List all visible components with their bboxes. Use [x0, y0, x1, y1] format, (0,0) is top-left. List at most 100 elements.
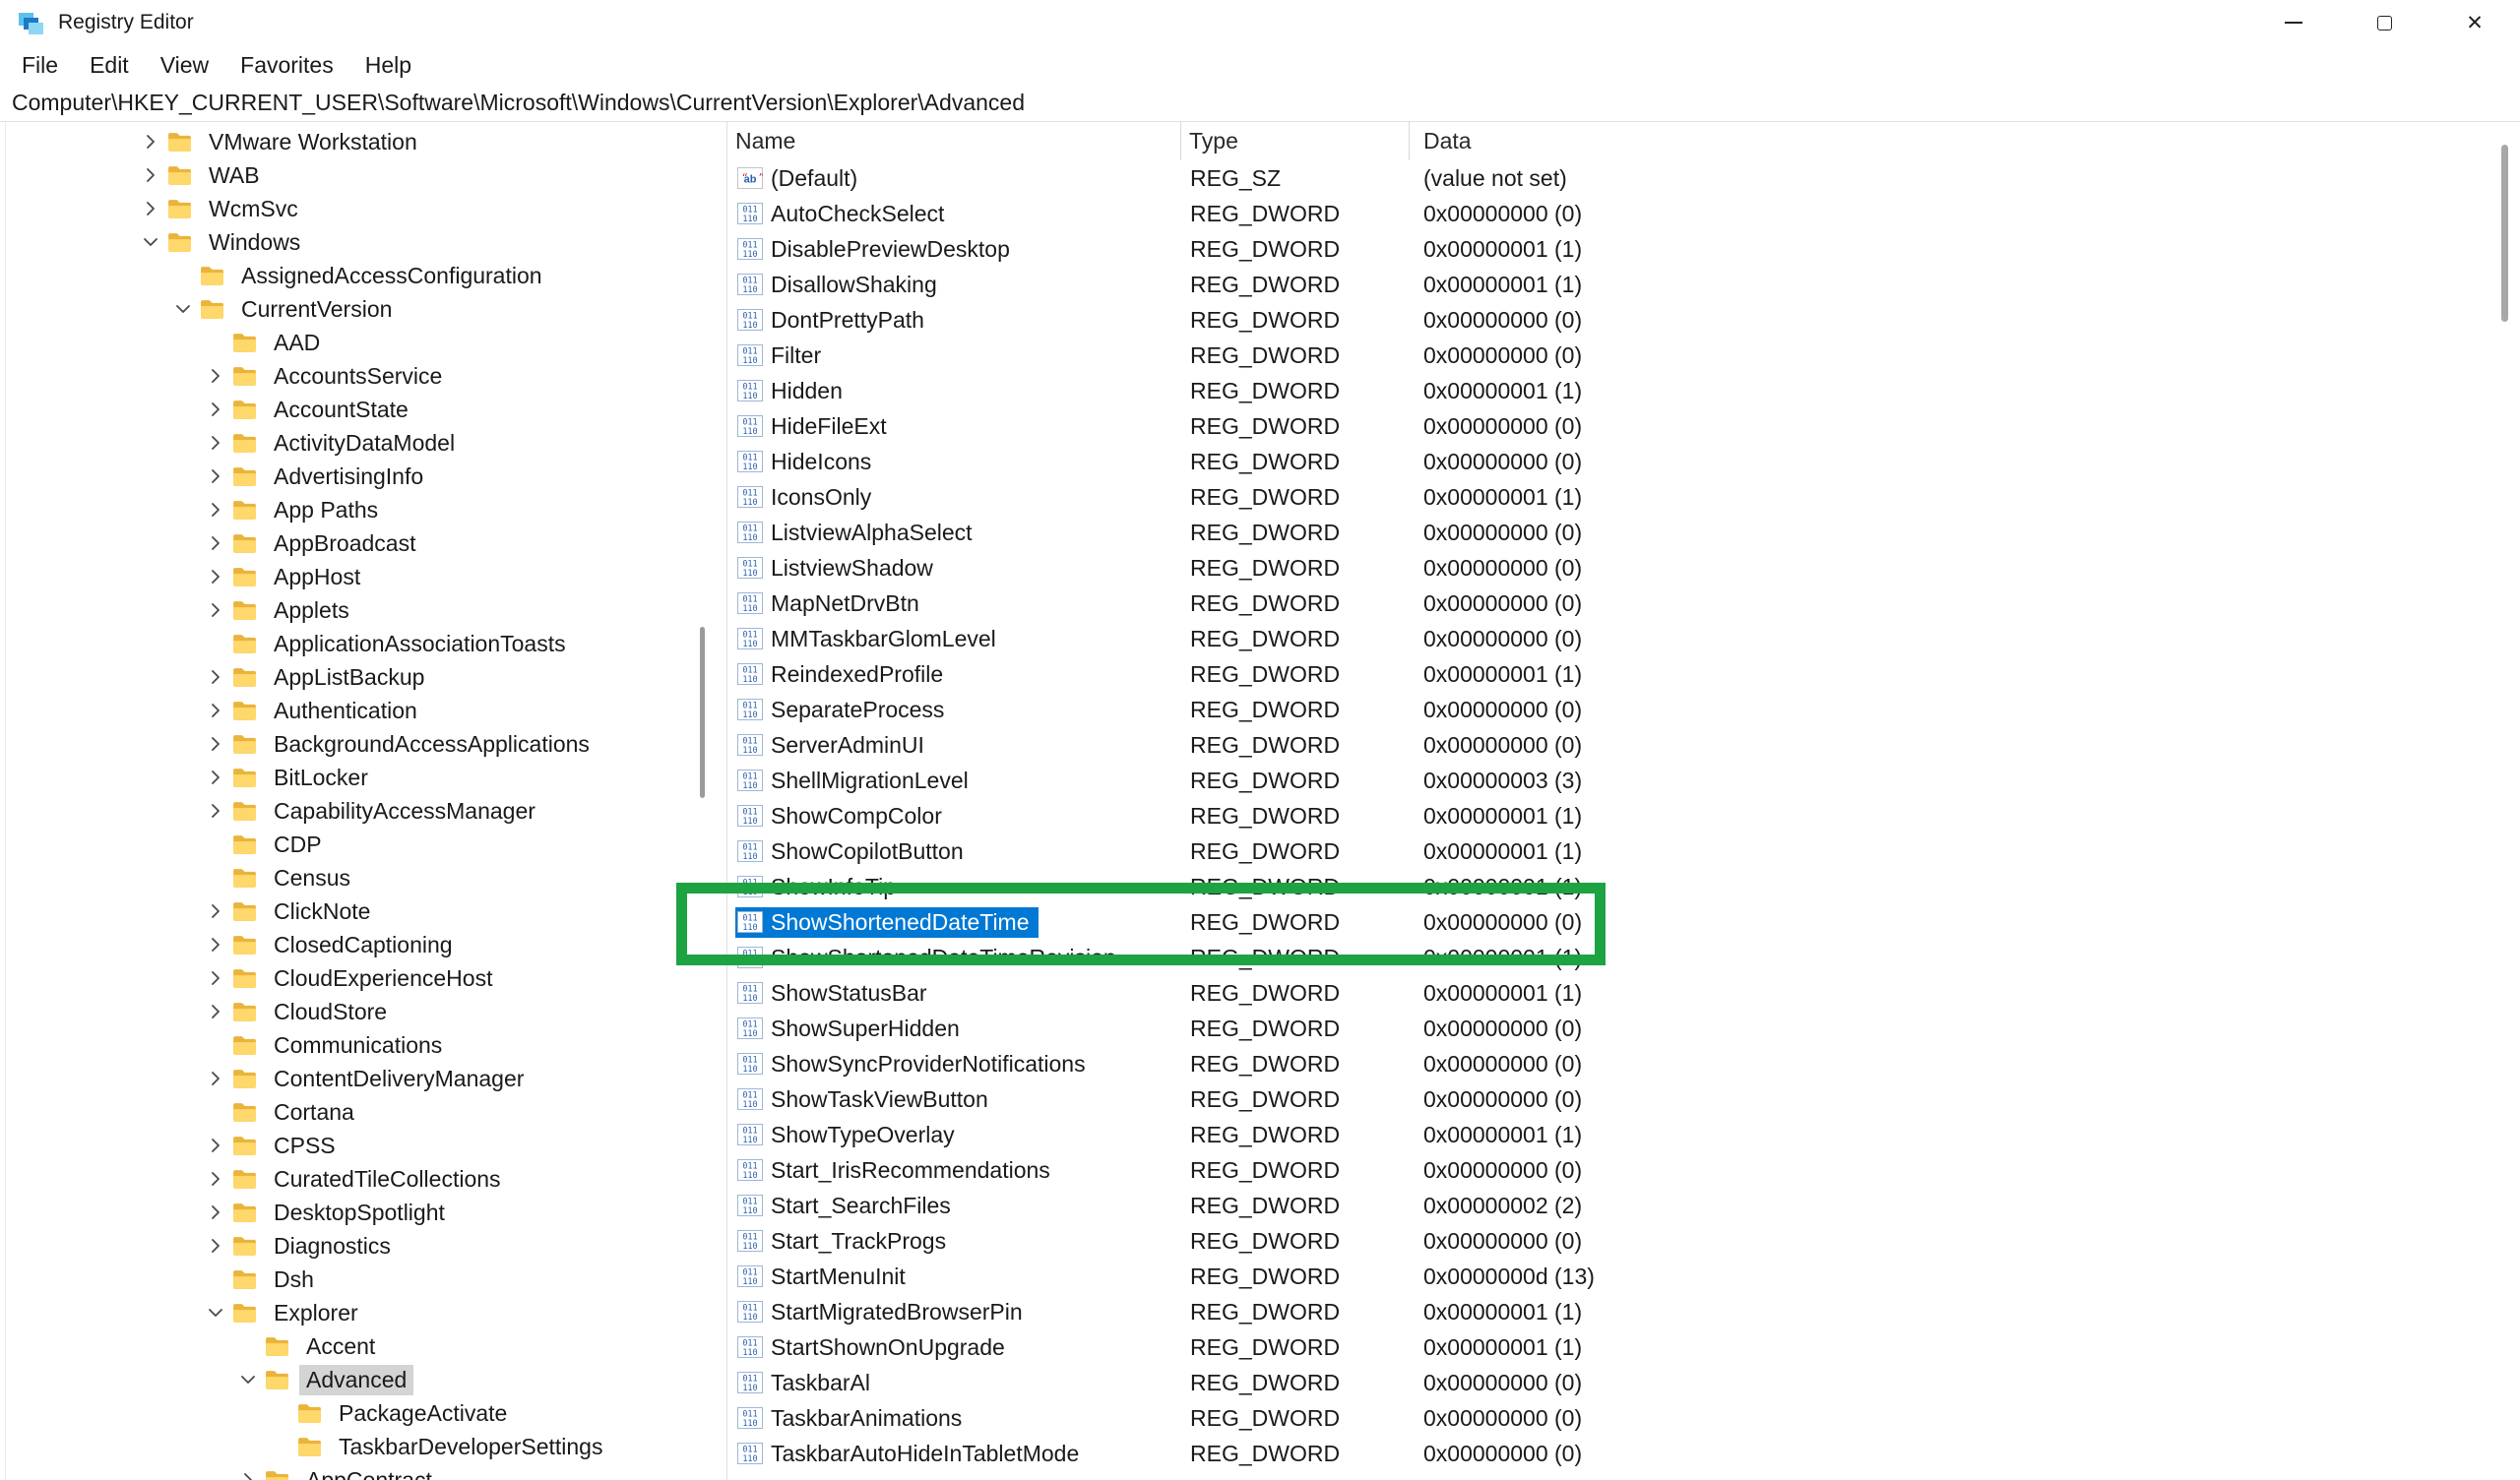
- registry-value-row-hidden[interactable]: 011 110 Hidden REG_DWORD 0x00000001 (1): [727, 373, 2520, 408]
- registry-value-row-listviewshadow[interactable]: 011 110 ListviewShadow REG_DWORD 0x00000000 …: [727, 550, 2520, 586]
- chevron-right-icon[interactable]: [203, 363, 228, 389]
- tree-item-vmware-workstation[interactable]: VMware Workstation: [0, 125, 726, 158]
- registry-value-row-filter[interactable]: 011 110 Filter REG_DWORD 0x00000000 (0): [727, 338, 2520, 373]
- registry-value-row-listviewalphaselect[interactable]: 011 110 ListviewAlphaSelect REG_DWORD 0x0000…: [727, 515, 2520, 550]
- registry-value-row-showtypeoverlay[interactable]: 011 110 ShowTypeOverlay REG_DWORD 0x00000001…: [727, 1117, 2520, 1152]
- registry-value-row-showstatusbar[interactable]: 011 110 ShowStatusBar REG_DWORD 0x00000001 (…: [727, 975, 2520, 1011]
- chevron-right-icon[interactable]: [203, 1066, 228, 1091]
- list-scrollbar-thumb[interactable]: [2501, 145, 2508, 322]
- registry-value-row-startmigratedbrowserpin[interactable]: 011 110 StartMigratedBrowserPin REG_DWORD 0x…: [727, 1294, 2520, 1329]
- chevron-right-icon[interactable]: [138, 196, 163, 221]
- chevron-right-icon[interactable]: [235, 1467, 261, 1480]
- minimize-button[interactable]: [2248, 0, 2339, 45]
- registry-value-row-taskbarautohideintabletmode[interactable]: 011 110 TaskbarAutoHideInTabletMode REG_DWO…: [727, 1436, 2520, 1471]
- menu-edit[interactable]: Edit: [74, 45, 145, 85]
- tree-item-advanced[interactable]: Advanced: [0, 1363, 726, 1396]
- chevron-down-icon[interactable]: [170, 296, 196, 322]
- tree-item-contentdeliverymanager[interactable]: ContentDeliveryManager: [0, 1062, 726, 1095]
- tree-item-apphost[interactable]: AppHost: [0, 560, 726, 593]
- tree-item-assignedaccessconfiguration[interactable]: AssignedAccessConfiguration: [0, 259, 726, 292]
- registry-value-row-taskbaral[interactable]: 011 110 TaskbarAl REG_DWORD 0x00000000 (0): [727, 1365, 2520, 1400]
- chevron-right-icon[interactable]: [203, 932, 228, 957]
- tree-scrollbar-thumb[interactable]: [700, 627, 705, 798]
- registry-value-row-startmenuinit[interactable]: 011 110 StartMenuInit REG_DWORD 0x0000000d (…: [727, 1259, 2520, 1294]
- tree-item-closedcaptioning[interactable]: ClosedCaptioning: [0, 928, 726, 961]
- chevron-right-icon[interactable]: [203, 1133, 228, 1158]
- registry-value-row-showcopilotbutton[interactable]: 011 110 ShowCopilotButton REG_DWORD 0x000000…: [727, 833, 2520, 869]
- address-input[interactable]: [12, 90, 2520, 116]
- tree-item-currentversion[interactable]: CurrentVersion: [0, 292, 726, 326]
- tree-item-diagnostics[interactable]: Diagnostics: [0, 1229, 726, 1263]
- tree-item-accent[interactable]: Accent: [0, 1329, 726, 1363]
- tree-item-communications[interactable]: Communications: [0, 1028, 726, 1062]
- tree-item-applicationassociationtoasts[interactable]: ApplicationAssociationToasts: [0, 627, 726, 660]
- chevron-right-icon[interactable]: [203, 430, 228, 456]
- tree-item-appbroadcast[interactable]: AppBroadcast: [0, 526, 726, 560]
- registry-value-row-disablepreviewdesktop[interactable]: 011 110 DisablePreviewDesktop REG_DWORD 0x00…: [727, 231, 2520, 267]
- column-header-type[interactable]: Type: [1181, 122, 1410, 160]
- chevron-right-icon[interactable]: [203, 731, 228, 757]
- chevron-right-icon[interactable]: [138, 129, 163, 154]
- menu-favorites[interactable]: Favorites: [224, 45, 349, 85]
- registry-value-row-hidefileext[interactable]: 011 110 HideFileExt REG_DWORD 0x00000000 (0): [727, 408, 2520, 444]
- tree-item-wab[interactable]: WAB: [0, 158, 726, 192]
- menu-help[interactable]: Help: [349, 45, 427, 85]
- tree-item-cpss[interactable]: CPSS: [0, 1129, 726, 1162]
- registry-value-row-dontprettypath[interactable]: 011 110 DontPrettyPath REG_DWORD 0x00000000 …: [727, 302, 2520, 338]
- tree-item-cloudstore[interactable]: CloudStore: [0, 995, 726, 1028]
- tree-item-applets[interactable]: Applets: [0, 593, 726, 627]
- registry-value-row-disallowshaking[interactable]: 011 110 DisallowShaking REG_DWORD 0x00000001…: [727, 267, 2520, 302]
- tree-item-desktopspotlight[interactable]: DesktopSpotlight: [0, 1196, 726, 1229]
- registry-value-row-autocheckselect[interactable]: 011 110 AutoCheckSelect REG_DWORD 0x00000000…: [727, 196, 2520, 231]
- chevron-right-icon[interactable]: [203, 664, 228, 690]
- registry-value-row-reindexedprofile[interactable]: 011 110 ReindexedProfile REG_DWORD 0x0000000…: [727, 656, 2520, 692]
- registry-value-row-showtaskviewbutton[interactable]: 011 110 ShowTaskViewButton REG_DWORD 0x00000…: [727, 1081, 2520, 1117]
- column-header-data[interactable]: Data: [1410, 122, 2520, 160]
- registry-value-row-start-trackprogs[interactable]: 011 110 Start_TrackProgs REG_DWORD 0x0000000…: [727, 1223, 2520, 1259]
- chevron-right-icon[interactable]: [203, 530, 228, 556]
- registry-value-row-shellmigrationlevel[interactable]: 011 110 ShellMigrationLevel REG_DWORD 0x0000…: [727, 763, 2520, 798]
- chevron-right-icon[interactable]: [203, 497, 228, 523]
- tree-item-appcontract[interactable]: AppContract: [0, 1463, 726, 1480]
- menu-file[interactable]: File: [6, 45, 74, 85]
- tree-item-curatedtilecollections[interactable]: CuratedTileCollections: [0, 1162, 726, 1196]
- chevron-right-icon[interactable]: [203, 765, 228, 790]
- tree-item-cortana[interactable]: Cortana: [0, 1095, 726, 1129]
- registry-value-row-hideicons[interactable]: 011 110 HideIcons REG_DWORD 0x00000000 (0): [727, 444, 2520, 479]
- registry-value-row-showinfotip[interactable]: 011 110 ShowInfoTip REG_DWORD 0x00000001 (1): [727, 869, 2520, 904]
- tree-item-advertisinginfo[interactable]: AdvertisingInfo: [0, 460, 726, 493]
- chevron-right-icon[interactable]: [203, 564, 228, 589]
- registry-value-row-showsyncprovidernotifications[interactable]: 011 110 ShowSyncProviderNotifications REG_D…: [727, 1046, 2520, 1081]
- maximize-button[interactable]: [2339, 0, 2429, 45]
- chevron-down-icon[interactable]: [235, 1367, 261, 1392]
- chevron-right-icon[interactable]: [203, 798, 228, 824]
- tree-item-wcmsvc[interactable]: WcmSvc: [0, 192, 726, 225]
- tree-item-taskbardevelopersettings[interactable]: TaskbarDeveloperSettings: [0, 1430, 726, 1463]
- tree-item-windows[interactable]: Windows: [0, 225, 726, 259]
- registry-value-row-iconsonly[interactable]: 011 110 IconsOnly REG_DWORD 0x00000001 (1): [727, 479, 2520, 515]
- registry-value-row-mmtaskbarglomlevel[interactable]: 011 110 MMTaskbarGlomLevel REG_DWORD 0x00000…: [727, 621, 2520, 656]
- registry-value-row-showsuperhidden[interactable]: 011 110 ShowSuperHidden REG_DWORD 0x00000000…: [727, 1011, 2520, 1046]
- tree-item-backgroundaccessapplications[interactable]: BackgroundAccessApplications: [0, 727, 726, 761]
- registry-value-row-showshorteneddatetimerevision[interactable]: 011 110 ShowShortenedDateTimeRevision REG_D…: [727, 940, 2520, 975]
- registry-value-row-start-searchfiles[interactable]: 011 110 Start_SearchFiles REG_DWORD 0x000000…: [727, 1188, 2520, 1223]
- registry-value-row-separateprocess[interactable]: 011 110 SeparateProcess REG_DWORD 0x00000000…: [727, 692, 2520, 727]
- registry-value-row-start-irisrecommendations[interactable]: 011 110 Start_IrisRecommendations REG_DWORD…: [727, 1152, 2520, 1188]
- tree-item-authentication[interactable]: Authentication: [0, 694, 726, 727]
- chevron-right-icon[interactable]: [203, 463, 228, 489]
- tree-item-accountstate[interactable]: AccountState: [0, 393, 726, 426]
- chevron-right-icon[interactable]: [203, 1233, 228, 1259]
- registry-value-row-showcompcolor[interactable]: 011 110 ShowCompColor REG_DWORD 0x00000001 (…: [727, 798, 2520, 833]
- tree-item-packageactivate[interactable]: PackageActivate: [0, 1396, 726, 1430]
- chevron-right-icon[interactable]: [203, 397, 228, 422]
- registry-value-row-startshownonupgrade[interactable]: 011 110 StartShownOnUpgrade REG_DWORD 0x0000…: [727, 1329, 2520, 1365]
- close-button[interactable]: ✕: [2429, 0, 2520, 45]
- tree-item-cdp[interactable]: CDP: [0, 828, 726, 861]
- tree-item-applistbackup[interactable]: AppListBackup: [0, 660, 726, 694]
- tree-item-dsh[interactable]: Dsh: [0, 1263, 726, 1296]
- registry-value-row-default[interactable]: “ab” (Default) REG_SZ (value not set): [727, 160, 2520, 196]
- tree-item-app-paths[interactable]: App Paths: [0, 493, 726, 526]
- menu-view[interactable]: View: [145, 45, 224, 85]
- chevron-down-icon[interactable]: [138, 229, 163, 255]
- tree-item-cloudexperiencehost[interactable]: CloudExperienceHost: [0, 961, 726, 995]
